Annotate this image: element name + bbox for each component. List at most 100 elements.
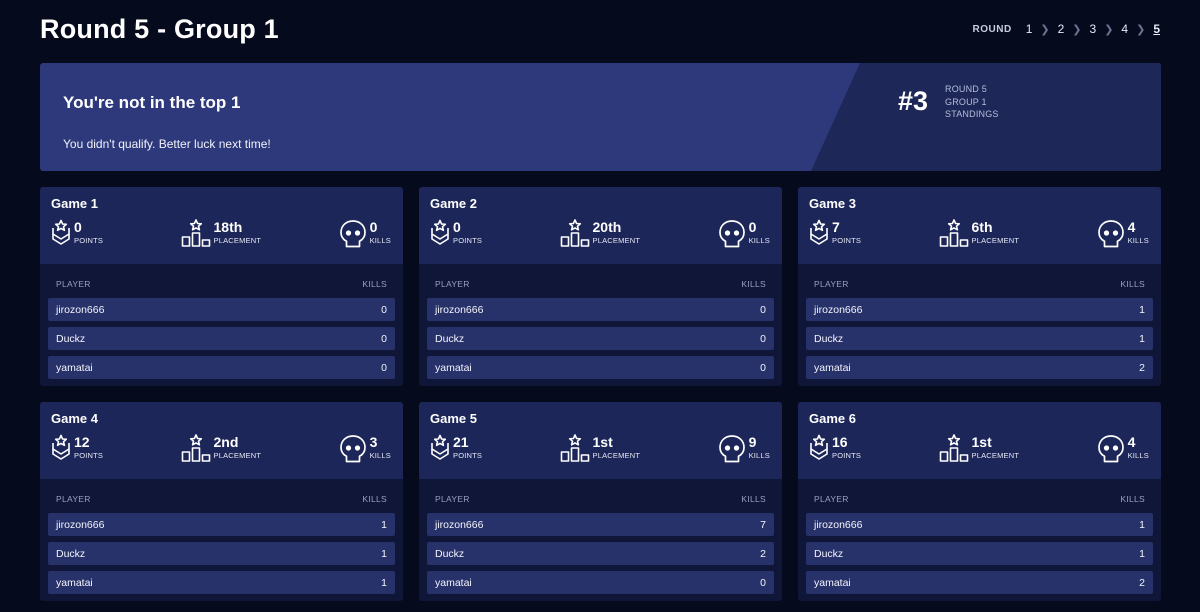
game-title: Game 4 xyxy=(51,411,98,426)
game-card-header: Game 3 7 POINTS 6th PLACEMENT 4 KILLS xyxy=(798,187,1161,264)
standings-meta-label: STANDINGS xyxy=(945,109,999,119)
chevron-right-icon: ❯ xyxy=(1040,23,1050,36)
points-label: POINTS xyxy=(832,451,862,460)
points-value: 16 xyxy=(832,434,848,450)
podium-icon xyxy=(560,434,590,462)
kills-column-header: KILLS xyxy=(362,279,387,289)
placement-label: PLACEMENT xyxy=(592,451,641,460)
table-row: jirozon666 7 xyxy=(427,513,774,536)
points-label: POINTS xyxy=(74,451,104,460)
table-row: Duckz 1 xyxy=(806,542,1153,565)
player-name: yamatai xyxy=(435,361,472,374)
placement-stat: 18th PLACEMENT xyxy=(181,219,262,247)
banner-message: You didn't qualify. Better luck next tim… xyxy=(63,137,271,151)
player-name: yamatai xyxy=(56,361,93,374)
podium-icon xyxy=(939,219,969,247)
game-title: Game 3 xyxy=(809,196,856,211)
game-player-table: PLAYER KILLS jirozon666 1 Duckz 1 yamata… xyxy=(798,264,1161,379)
player-name: jirozon666 xyxy=(435,518,484,531)
kills-label: KILLS xyxy=(369,451,391,460)
qualification-banner: You're not in the top 1 You didn't quali… xyxy=(40,63,1161,171)
skull-icon xyxy=(339,434,367,464)
game-stats: 0 POINTS 20th PLACEMENT 0 KILLS xyxy=(430,219,770,249)
skull-icon xyxy=(339,219,367,249)
chevron-rank-icon xyxy=(809,219,829,247)
points-stat: 16 POINTS xyxy=(809,434,861,462)
game-player-table: PLAYER KILLS jirozon666 1 Duckz 1 yamata… xyxy=(40,479,403,594)
points-stat: 12 POINTS xyxy=(51,434,103,462)
player-name: Duckz xyxy=(435,547,465,560)
round-link-3[interactable]: 3 xyxy=(1090,22,1097,36)
game-card-header: Game 6 16 POINTS 1st PLACEMENT 4 KILLS xyxy=(798,402,1161,479)
points-label: POINTS xyxy=(832,236,862,245)
table-header: PLAYER KILLS xyxy=(806,489,1153,507)
player-name: Duckz xyxy=(435,332,465,345)
placement-stat: 2nd PLACEMENT xyxy=(181,434,262,462)
placement-label: PLACEMENT xyxy=(213,451,262,460)
table-row: Duckz 0 xyxy=(427,327,774,350)
points-value: 7 xyxy=(832,219,840,235)
player-kills: 1 xyxy=(1139,518,1145,531)
round-link-4[interactable]: 4 xyxy=(1121,22,1128,36)
game-card-1: Game 1 0 POINTS 18th PLACEMENT 0 KILLS P… xyxy=(40,187,403,386)
chevron-rank-icon xyxy=(809,434,829,462)
table-row: yamatai 1 xyxy=(48,571,395,594)
table-row: jirozon666 1 xyxy=(806,298,1153,321)
player-name: jirozon666 xyxy=(56,518,105,531)
round-link-1[interactable]: 1 xyxy=(1026,22,1033,36)
kills-label: KILLS xyxy=(748,451,770,460)
table-header: PLAYER KILLS xyxy=(48,274,395,292)
banner-title: You're not in the top 1 xyxy=(63,93,241,112)
game-card-6: Game 6 16 POINTS 1st PLACEMENT 4 KILLS P… xyxy=(798,402,1161,601)
table-header: PLAYER KILLS xyxy=(427,489,774,507)
player-column-header: PLAYER xyxy=(56,279,91,289)
game-title: Game 2 xyxy=(430,196,477,211)
player-kills: 0 xyxy=(760,361,766,374)
round-link-5[interactable]: 5 xyxy=(1153,22,1160,36)
player-kills: 0 xyxy=(381,361,387,374)
game-stats: 7 POINTS 6th PLACEMENT 4 KILLS xyxy=(809,219,1149,249)
player-kills: 2 xyxy=(1139,576,1145,589)
game-card-header: Game 1 0 POINTS 18th PLACEMENT 0 KILLS xyxy=(40,187,403,264)
chevron-right-icon: ❯ xyxy=(1136,23,1146,36)
podium-icon xyxy=(181,434,211,462)
table-row: jirozon666 1 xyxy=(48,513,395,536)
kills-value: 4 xyxy=(1127,434,1136,450)
kills-stat: 0 KILLS xyxy=(339,219,391,249)
table-row: yamatai 2 xyxy=(806,356,1153,379)
placement-label: PLACEMENT xyxy=(971,236,1020,245)
points-value: 21 xyxy=(453,434,469,450)
kills-column-header: KILLS xyxy=(741,494,766,504)
table-row: jirozon666 1 xyxy=(806,513,1153,536)
chevron-right-icon: ❯ xyxy=(1072,23,1082,36)
player-kills: 1 xyxy=(1139,547,1145,560)
standings-meta: ROUND 5 GROUP 1 STANDINGS xyxy=(945,83,999,121)
game-player-table: PLAYER KILLS jirozon666 7 Duckz 2 yamata… xyxy=(419,479,782,594)
player-column-header: PLAYER xyxy=(435,494,470,504)
points-label: POINTS xyxy=(453,451,483,460)
points-label: POINTS xyxy=(74,236,104,245)
placement-value: 1st xyxy=(971,434,992,450)
kills-stat: 0 KILLS xyxy=(718,219,770,249)
table-header: PLAYER KILLS xyxy=(427,274,774,292)
kills-stat: 4 KILLS xyxy=(1097,219,1149,249)
placement-value: 18th xyxy=(213,219,243,235)
game-card-header: Game 2 0 POINTS 20th PLACEMENT 0 KILLS xyxy=(419,187,782,264)
player-kills: 7 xyxy=(760,518,766,531)
round-link-2[interactable]: 2 xyxy=(1058,22,1065,36)
round-nav: ROUND 1 ❯ 2 ❯ 3 ❯ 4 ❯ 5 xyxy=(973,22,1160,36)
game-stats: 0 POINTS 18th PLACEMENT 0 KILLS xyxy=(51,219,391,249)
kills-column-header: KILLS xyxy=(362,494,387,504)
table-row: Duckz 2 xyxy=(427,542,774,565)
player-kills: 0 xyxy=(381,303,387,316)
player-kills: 0 xyxy=(760,576,766,589)
placement-value: 6th xyxy=(971,219,993,235)
player-column-header: PLAYER xyxy=(814,279,849,289)
skull-icon xyxy=(718,434,746,464)
kills-stat: 9 KILLS xyxy=(718,434,770,464)
player-kills: 2 xyxy=(760,547,766,560)
player-name: jirozon666 xyxy=(56,303,105,316)
player-column-header: PLAYER xyxy=(56,494,91,504)
player-kills: 1 xyxy=(1139,303,1145,316)
player-name: Duckz xyxy=(56,332,86,345)
